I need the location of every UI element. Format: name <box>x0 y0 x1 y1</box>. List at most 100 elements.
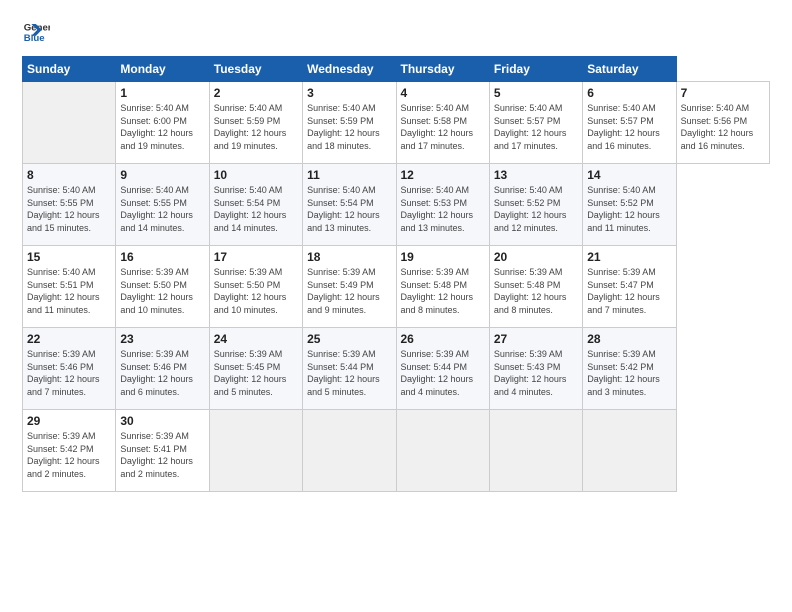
day-info: Sunrise: 5:39 AMSunset: 5:48 PMDaylight:… <box>401 267 474 315</box>
day-info: Sunrise: 5:40 AMSunset: 5:52 PMDaylight:… <box>587 185 660 233</box>
calendar-day-cell: 22Sunrise: 5:39 AMSunset: 5:46 PMDayligh… <box>23 328 116 410</box>
day-info: Sunrise: 5:39 AMSunset: 5:42 PMDaylight:… <box>587 349 660 397</box>
day-info: Sunrise: 5:40 AMSunset: 6:00 PMDaylight:… <box>120 103 193 151</box>
calendar-day-cell: 1 Sunrise: 5:40 AMSunset: 6:00 PMDaylight… <box>116 82 209 164</box>
day-number: 11 <box>307 168 391 182</box>
day-number: 5 <box>494 86 578 100</box>
day-number: 4 <box>401 86 485 100</box>
day-info: Sunrise: 5:39 AMSunset: 5:43 PMDaylight:… <box>494 349 567 397</box>
calendar-day-cell: 12 Sunrise: 5:40 AMSunset: 5:53 PMDayligh… <box>396 164 489 246</box>
weekday-header-cell: Monday <box>116 57 209 82</box>
day-info: Sunrise: 5:40 AMSunset: 5:59 PMDaylight:… <box>307 103 380 151</box>
calendar-body: 1 Sunrise: 5:40 AMSunset: 6:00 PMDaylight… <box>23 82 770 492</box>
day-info: Sunrise: 5:39 AMSunset: 5:48 PMDaylight:… <box>494 267 567 315</box>
calendar-day-cell: 17Sunrise: 5:39 AMSunset: 5:50 PMDayligh… <box>209 246 302 328</box>
calendar-week-row: 22Sunrise: 5:39 AMSunset: 5:46 PMDayligh… <box>23 328 770 410</box>
day-number: 20 <box>494 250 578 264</box>
day-number: 30 <box>120 414 204 428</box>
logo: General Blue <box>22 18 50 46</box>
calendar-day-cell: 28Sunrise: 5:39 AMSunset: 5:42 PMDayligh… <box>583 328 676 410</box>
day-info: Sunrise: 5:40 AMSunset: 5:55 PMDaylight:… <box>120 185 193 233</box>
weekday-header-cell: Friday <box>489 57 582 82</box>
calendar-day-cell: 6Sunrise: 5:40 AMSunset: 5:57 PMDaylight… <box>583 82 676 164</box>
day-number: 9 <box>120 168 204 182</box>
day-number: 22 <box>27 332 111 346</box>
day-info: Sunrise: 5:39 AMSunset: 5:41 PMDaylight:… <box>120 431 193 479</box>
calendar-day-cell: 26Sunrise: 5:39 AMSunset: 5:44 PMDayligh… <box>396 328 489 410</box>
day-info: Sunrise: 5:40 AMSunset: 5:51 PMDaylight:… <box>27 267 100 315</box>
calendar-day-cell: 16 Sunrise: 5:39 AMSunset: 5:50 PMDayligh… <box>116 246 209 328</box>
calendar-week-row: 15 Sunrise: 5:40 AMSunset: 5:51 PMDayligh… <box>23 246 770 328</box>
weekday-header-cell: Saturday <box>583 57 676 82</box>
day-number: 25 <box>307 332 391 346</box>
calendar-day-cell <box>583 410 676 492</box>
day-info: Sunrise: 5:39 AMSunset: 5:44 PMDaylight:… <box>307 349 380 397</box>
calendar-day-cell: 29Sunrise: 5:39 AMSunset: 5:42 PMDayligh… <box>23 410 116 492</box>
weekday-header-cell: Thursday <box>396 57 489 82</box>
calendar-week-row: 8Sunrise: 5:40 AMSunset: 5:55 PMDaylight… <box>23 164 770 246</box>
day-number: 10 <box>214 168 298 182</box>
day-info: Sunrise: 5:40 AMSunset: 5:57 PMDaylight:… <box>494 103 567 151</box>
day-info: Sunrise: 5:40 AMSunset: 5:56 PMDaylight:… <box>681 103 754 151</box>
calendar-day-cell: 5 Sunrise: 5:40 AMSunset: 5:57 PMDaylight… <box>489 82 582 164</box>
day-number: 19 <box>401 250 485 264</box>
calendar-day-cell: 18 Sunrise: 5:39 AMSunset: 5:49 PMDayligh… <box>303 246 396 328</box>
calendar-week-row: 1 Sunrise: 5:40 AMSunset: 6:00 PMDaylight… <box>23 82 770 164</box>
empty-cell <box>23 82 116 164</box>
calendar-week-row: 29Sunrise: 5:39 AMSunset: 5:42 PMDayligh… <box>23 410 770 492</box>
day-number: 12 <box>401 168 485 182</box>
day-info: Sunrise: 5:40 AMSunset: 5:52 PMDaylight:… <box>494 185 567 233</box>
weekday-header-row: SundayMondayTuesdayWednesdayThursdayFrid… <box>23 57 770 82</box>
weekday-header-cell: Wednesday <box>303 57 396 82</box>
calendar-day-cell: 23Sunrise: 5:39 AMSunset: 5:46 PMDayligh… <box>116 328 209 410</box>
calendar-day-cell <box>489 410 582 492</box>
calendar-day-cell <box>396 410 489 492</box>
day-number: 27 <box>494 332 578 346</box>
calendar-day-cell: 9 Sunrise: 5:40 AMSunset: 5:55 PMDaylight… <box>116 164 209 246</box>
day-number: 2 <box>214 86 298 100</box>
day-info: Sunrise: 5:40 AMSunset: 5:54 PMDaylight:… <box>214 185 287 233</box>
calendar-day-cell: 15 Sunrise: 5:40 AMSunset: 5:51 PMDayligh… <box>23 246 116 328</box>
day-info: Sunrise: 5:39 AMSunset: 5:45 PMDaylight:… <box>214 349 287 397</box>
weekday-header-cell: Tuesday <box>209 57 302 82</box>
calendar-day-cell: 13Sunrise: 5:40 AMSunset: 5:52 PMDayligh… <box>489 164 582 246</box>
calendar-day-cell <box>209 410 302 492</box>
weekday-header-cell: Sunday <box>23 57 116 82</box>
day-number: 16 <box>120 250 204 264</box>
day-number: 23 <box>120 332 204 346</box>
header: General Blue <box>22 18 770 46</box>
calendar-day-cell: 30 Sunrise: 5:39 AMSunset: 5:41 PMDayligh… <box>116 410 209 492</box>
day-info: Sunrise: 5:40 AMSunset: 5:53 PMDaylight:… <box>401 185 474 233</box>
calendar-day-cell: 7 Sunrise: 5:40 AMSunset: 5:56 PMDaylight… <box>676 82 769 164</box>
day-number: 3 <box>307 86 391 100</box>
day-info: Sunrise: 5:39 AMSunset: 5:47 PMDaylight:… <box>587 267 660 315</box>
calendar-day-cell: 3 Sunrise: 5:40 AMSunset: 5:59 PMDaylight… <box>303 82 396 164</box>
calendar-day-cell <box>303 410 396 492</box>
calendar-day-cell: 24 Sunrise: 5:39 AMSunset: 5:45 PMDayligh… <box>209 328 302 410</box>
day-info: Sunrise: 5:39 AMSunset: 5:50 PMDaylight:… <box>120 267 193 315</box>
day-number: 15 <box>27 250 111 264</box>
day-number: 6 <box>587 86 671 100</box>
day-number: 7 <box>681 86 765 100</box>
calendar-day-cell: 11Sunrise: 5:40 AMSunset: 5:54 PMDayligh… <box>303 164 396 246</box>
page: General Blue SundayMondayTuesdayWednesda… <box>0 0 792 612</box>
day-number: 18 <box>307 250 391 264</box>
logo-icon: General Blue <box>22 18 50 46</box>
day-info: Sunrise: 5:40 AMSunset: 5:58 PMDaylight:… <box>401 103 474 151</box>
day-info: Sunrise: 5:40 AMSunset: 5:55 PMDaylight:… <box>27 185 100 233</box>
day-number: 14 <box>587 168 671 182</box>
calendar-day-cell: 27 Sunrise: 5:39 AMSunset: 5:43 PMDayligh… <box>489 328 582 410</box>
calendar-day-cell: 10 Sunrise: 5:40 AMSunset: 5:54 PMDayligh… <box>209 164 302 246</box>
day-info: Sunrise: 5:39 AMSunset: 5:49 PMDaylight:… <box>307 267 380 315</box>
day-number: 17 <box>214 250 298 264</box>
calendar-day-cell: 8Sunrise: 5:40 AMSunset: 5:55 PMDaylight… <box>23 164 116 246</box>
day-number: 1 <box>120 86 204 100</box>
calendar-day-cell: 4 Sunrise: 5:40 AMSunset: 5:58 PMDaylight… <box>396 82 489 164</box>
calendar-day-cell: 25 Sunrise: 5:39 AMSunset: 5:44 PMDayligh… <box>303 328 396 410</box>
day-number: 24 <box>214 332 298 346</box>
day-info: Sunrise: 5:40 AMSunset: 5:59 PMDaylight:… <box>214 103 287 151</box>
day-number: 26 <box>401 332 485 346</box>
calendar-day-cell: 21 Sunrise: 5:39 AMSunset: 5:47 PMDayligh… <box>583 246 676 328</box>
calendar-day-cell: 2 Sunrise: 5:40 AMSunset: 5:59 PMDaylight… <box>209 82 302 164</box>
day-number: 21 <box>587 250 671 264</box>
